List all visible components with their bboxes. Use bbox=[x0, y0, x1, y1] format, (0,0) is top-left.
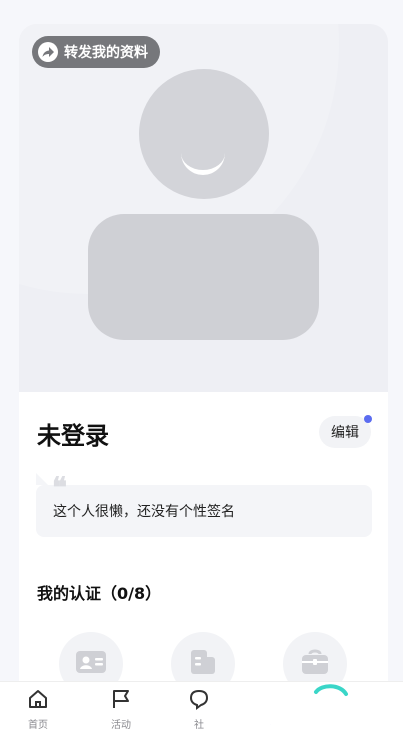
id-card-icon bbox=[75, 650, 107, 678]
signature-bubble-tail bbox=[36, 473, 48, 485]
brand-logo-text: 兆升旺 bbox=[252, 697, 342, 732]
flag-icon bbox=[110, 688, 132, 714]
avatar-card: 转发我的资料 bbox=[19, 24, 388, 392]
briefcase-icon bbox=[300, 648, 330, 680]
username[interactable]: 未登录 bbox=[37, 416, 109, 451]
signature-text: 这个人很懒，还没有个性签名 bbox=[53, 504, 235, 520]
tab-activity[interactable]: 活动 bbox=[91, 688, 151, 731]
notification-dot bbox=[364, 415, 372, 423]
share-profile-label: 转发我的资料 bbox=[64, 45, 148, 61]
profile-page: 转发我的资料 未登录 编辑 ❝ 这个人很懒，还没有个性签名 我的认证（0/8） bbox=[0, 0, 403, 735]
avatar-placeholder-body bbox=[88, 214, 319, 340]
tab-community-label: 社 bbox=[194, 720, 204, 731]
brand-logo: 兆升旺 bbox=[251, 684, 348, 732]
edit-label: 编辑 bbox=[331, 425, 359, 441]
quote-icon: ❝ bbox=[52, 471, 68, 504]
tab-community[interactable]: 社 bbox=[169, 688, 229, 731]
tab-activity-label: 活动 bbox=[111, 720, 131, 731]
signature-box[interactable]: ❝ 这个人很懒，还没有个性签名 bbox=[36, 471, 372, 537]
home-icon bbox=[27, 688, 49, 714]
edit-profile-button[interactable]: 编辑 bbox=[319, 415, 372, 448]
avatar-placeholder-head bbox=[139, 69, 269, 199]
tab-home[interactable]: 首页 bbox=[8, 688, 68, 731]
document-icon bbox=[188, 648, 218, 680]
profile-sheet: 未登录 编辑 ❝ 这个人很懒，还没有个性签名 我的认证（0/8） bbox=[19, 392, 388, 696]
share-arrow-icon bbox=[38, 42, 58, 62]
tab-home-label: 首页 bbox=[28, 720, 48, 731]
certification-title: 我的认证（0/8） bbox=[37, 584, 162, 603]
chat-icon bbox=[188, 688, 210, 714]
share-profile-button[interactable]: 转发我的资料 bbox=[32, 36, 160, 68]
